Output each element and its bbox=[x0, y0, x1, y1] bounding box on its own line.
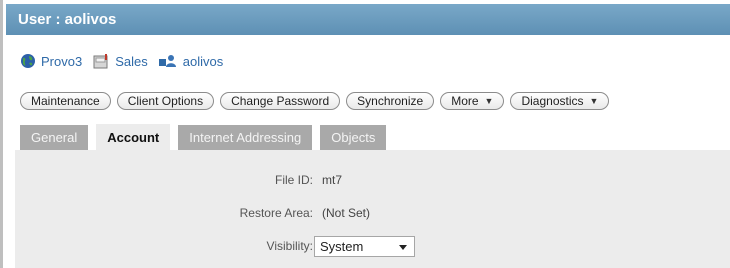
chevron-down-icon: ▼ bbox=[589, 96, 599, 106]
button-label: Synchronize bbox=[357, 94, 424, 108]
tab-label: Account bbox=[107, 129, 160, 145]
title-bar: User : aolivos bbox=[6, 4, 730, 35]
restore-area-value: (Not Set) bbox=[322, 206, 371, 220]
user-icon bbox=[158, 54, 178, 68]
tab-account[interactable]: Account bbox=[96, 124, 171, 150]
dropdown-arrow-icon bbox=[399, 245, 407, 250]
button-label: Client Options bbox=[127, 94, 204, 108]
account-panel: File ID: mt7 Restore Area: (Not Set) Vis… bbox=[15, 150, 730, 268]
more-dropdown-button[interactable]: More ▼ bbox=[440, 92, 505, 110]
tab-general[interactable]: General bbox=[20, 125, 89, 150]
synchronize-button[interactable]: Synchronize bbox=[346, 92, 435, 110]
visibility-selected-value: System bbox=[320, 239, 364, 254]
file-id-value: mt7 bbox=[322, 173, 343, 187]
button-label: Maintenance bbox=[31, 94, 100, 108]
breadcrumb-provo3[interactable]: Provo3 bbox=[20, 53, 82, 69]
tab-bar: General Account Internet Addressing Obje… bbox=[20, 124, 394, 150]
client-options-button[interactable]: Client Options bbox=[116, 92, 215, 110]
breadcrumb: Provo3 Sales aolivos bbox=[20, 52, 233, 70]
breadcrumb-label: Provo3 bbox=[41, 53, 83, 69]
visibility-label: Visibility: bbox=[266, 239, 313, 253]
diagnostics-dropdown-button[interactable]: Diagnostics ▼ bbox=[510, 92, 610, 110]
button-label: Change Password bbox=[231, 94, 330, 108]
tab-objects[interactable]: Objects bbox=[320, 125, 387, 150]
breadcrumb-sales[interactable]: Sales bbox=[92, 53, 148, 69]
globe-icon bbox=[20, 53, 36, 69]
visibility-select[interactable]: System bbox=[314, 236, 415, 257]
tab-label: General bbox=[31, 130, 78, 145]
visibility-row: Visibility: System bbox=[15, 235, 730, 257]
button-label: More bbox=[451, 94, 479, 108]
tab-internet-addressing[interactable]: Internet Addressing bbox=[178, 125, 313, 150]
action-toolbar: Maintenance Client Options Change Passwo… bbox=[20, 91, 615, 111]
restore-area-label: Restore Area: bbox=[239, 206, 313, 220]
breadcrumb-label: Sales bbox=[115, 53, 148, 69]
maintenance-button[interactable]: Maintenance bbox=[20, 92, 111, 110]
file-id-row: File ID: mt7 bbox=[15, 170, 730, 192]
change-password-button[interactable]: Change Password bbox=[220, 92, 341, 110]
tab-label: Objects bbox=[331, 130, 376, 145]
restore-area-row: Restore Area: (Not Set) bbox=[15, 203, 730, 225]
post-office-icon bbox=[92, 53, 110, 69]
button-label: Diagnostics bbox=[521, 94, 584, 108]
breadcrumb-label: aolivos bbox=[182, 53, 224, 69]
file-id-label: File ID: bbox=[274, 173, 313, 187]
user-properties-window: User : aolivos Provo3 Sales aolivos Main… bbox=[0, 0, 730, 268]
tab-label: Internet Addressing bbox=[189, 130, 302, 145]
chevron-down-icon: ▼ bbox=[484, 96, 494, 106]
window-title: User : aolivos bbox=[18, 11, 117, 28]
breadcrumb-aolivos[interactable]: aolivos bbox=[158, 54, 223, 69]
